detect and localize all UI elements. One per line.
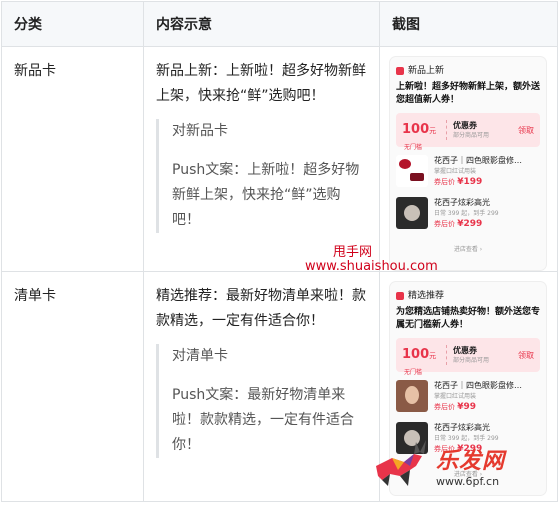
product-image [396,155,428,187]
content-text: 新品上新：上新啦！超多好物新鲜上架，快来抢“鲜”选购吧！ [156,63,366,104]
push-quote: 对新品卡 Push文案：上新啦！超多好物新鲜上架，快来抢“鲜”选购吧！ [156,119,367,233]
content-table: 分类 内容示意 截图 新品卡 新品上新：上新啦！超多好物新鲜上架，快来抢“鲜”选… [1,1,558,502]
watermark-url: www.6pf.cn [436,475,500,488]
coupon[interactable]: 100元 无门槛 优惠券 部分商品可用 领取 [396,338,540,376]
table-header-row: 分类 内容示意 截图 [1,1,558,47]
coupon-scope: 部分商品可用 [453,357,490,364]
product-name: 花西子｜四色眼影盘修… [434,156,522,165]
coupon-name: 优惠券 [453,121,477,130]
product-item[interactable]: 花西子｜四色眼影盘修… 掌握口红试用装 券后价 ¥99 [396,380,540,414]
watermark-name: 甩手网 [332,245,372,260]
content-text: 精选推荐：最新好物清单来啦！款款精选，一定有件适合你！ [156,288,366,329]
product-item[interactable]: 花西子｜四色眼影盘修… 掌握口红试用装 券后价 ¥199 [396,155,540,189]
content-cell: 精选推荐：最新好物清单来啦！款款精选，一定有件适合你！ 对清单卡 Push文案：… [143,271,380,502]
card-title: 上新啦！超多好物新鲜上架，额外送您超值新人券！ [396,82,541,105]
message-card-preview: 新品上新 上新啦！超多好物新鲜上架，额外送您超值新人券！ 100元 无门槛 优惠… [390,57,546,270]
watermark-url: www.shuaishou.com [305,259,438,274]
bag-icon [396,67,404,75]
push-quote: 对清单卡 Push文案：最新好物清单来啦！款款精选，一定有件适合你！ [156,344,367,458]
content-cell: 新品上新：上新啦！超多好物新鲜上架，快来抢“鲜”选购吧！ 对新品卡 Push文案… [143,46,380,272]
category-cell: 清单卡 [1,271,144,502]
header-content: 内容示意 [143,1,380,47]
coupon-unit: 元 [429,126,437,135]
table-row: 新品卡 新品上新：上新啦！超多好物新鲜上架，快来抢“鲜”选购吧！ 对新品卡 Pu… [1,46,558,272]
product-sub: 掌握口红试用装 [434,393,477,400]
product-image [396,197,428,229]
coupon-scope: 部分商品可用 [453,132,490,139]
product-price: ¥299 [457,219,483,229]
claim-coupon-button[interactable]: 领取 [518,118,534,143]
watermark-6pf: 乐发网 www.6pf.cn [370,436,505,488]
quote-text: Push文案：上新啦！超多好物新鲜上架，快来抢“鲜”选购吧！ [172,162,360,228]
deer-logo-icon [376,440,426,486]
category-cell: 新品卡 [1,46,144,272]
card-header: 新品上新 [408,65,445,76]
product-sub: 日常 399 起，到手 299 [434,210,499,217]
product-name: 花西子｜四色眼影盘修… [434,381,522,390]
watermark-shuaishou: 甩手网 www.shuaishou.com [305,245,438,274]
product-price: ¥199 [457,177,483,187]
coupon-name: 优惠券 [453,346,477,355]
watermark-name: 乐发网 [436,449,506,474]
product-name: 花西子炫彩高光 [434,198,490,207]
quote-title: 对新品卡 [172,123,228,139]
header-category: 分类 [1,1,144,47]
header-screenshot: 截图 [379,1,558,47]
coupon[interactable]: 100元 无门槛 优惠券 部分商品可用 领取 [396,113,540,151]
product-name: 花西子炫彩高光 [434,423,490,432]
claim-coupon-button[interactable]: 领取 [518,343,534,368]
price-label: 券后价 [434,220,455,228]
price-label: 券后价 [434,178,455,186]
quote-text: Push文案：最新好物清单来啦！款款精选，一定有件适合你！ [172,387,354,453]
card-header: 精选推荐 [408,290,445,301]
product-price: ¥99 [457,402,477,412]
product-image [396,380,428,412]
screenshot-cell: 新品上新 上新啦！超多好物新鲜上架，额外送您超值新人券！ 100元 无门槛 优惠… [379,46,558,272]
product-sub: 掌握口红试用装 [434,168,477,175]
price-label: 券后价 [434,403,455,411]
quote-title: 对清单卡 [172,348,228,364]
product-item[interactable]: 花西子炫彩高光日常 399 起，到手 299 券后价 ¥299 [396,197,540,231]
card-title: 为您精选店铺热卖好物！额外送您专属无门槛新人券！ [396,307,541,330]
bag-icon [396,292,404,300]
coupon-unit: 元 [429,351,437,360]
